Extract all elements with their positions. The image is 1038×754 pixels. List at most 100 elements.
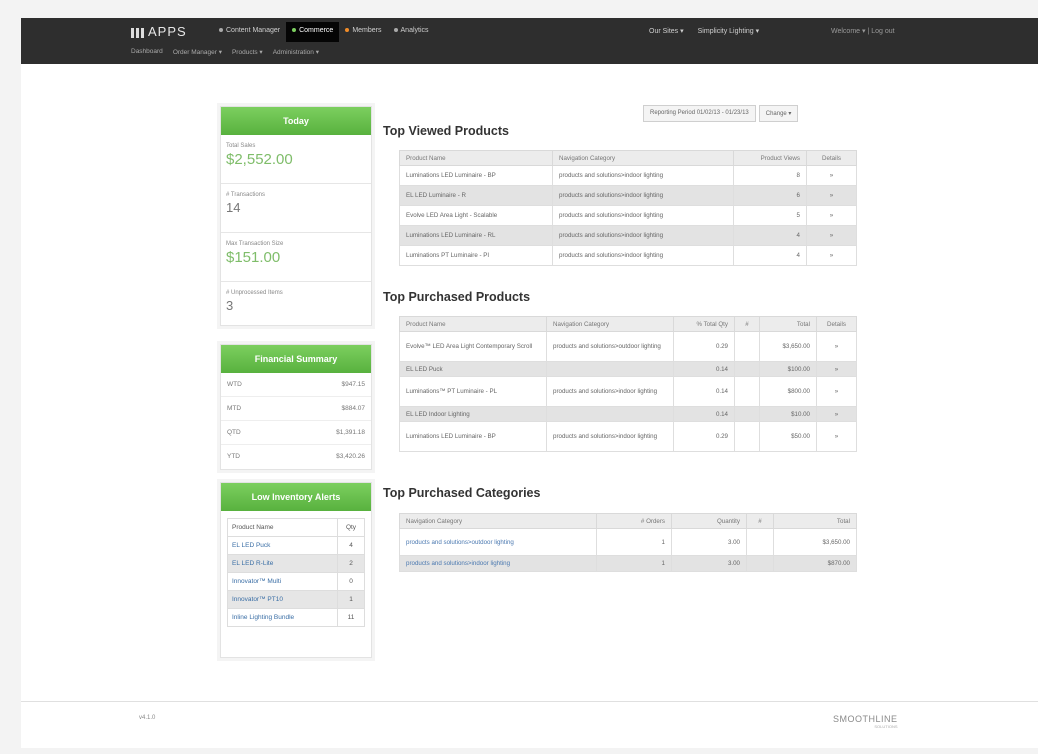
- top-categories-title: Top Purchased Categories: [383, 486, 541, 500]
- product-link-text[interactable]: Innovator™ PT10: [232, 596, 283, 603]
- details-link[interactable]: »: [806, 225, 857, 246]
- col-header: #: [746, 513, 774, 529]
- product-link[interactable]: EL LED Puck: [227, 536, 338, 555]
- product-link-text[interactable]: Innovator™ Multi: [232, 578, 281, 585]
- col-product-name: Product Name: [227, 518, 338, 537]
- top-purchased-title: Top Purchased Products: [383, 290, 531, 304]
- nav-commerce[interactable]: Commerce: [286, 22, 340, 42]
- details-link[interactable]: »: [806, 185, 857, 206]
- stat-max-transaction: Max Transaction Size $151.00: [221, 233, 371, 282]
- col-header: % Total Qty: [673, 316, 735, 332]
- stat-total-sales: Total Sales $2,552.00: [221, 135, 371, 184]
- cell: 4: [733, 245, 807, 266]
- sub-nav: Dashboard Order Manager ▾ Products ▾ Adm…: [131, 48, 319, 56]
- nav-label: Content Manager: [226, 27, 281, 34]
- nav-label: Members: [352, 27, 382, 34]
- nav-label: Commerce: [299, 27, 334, 34]
- qty-cell: 1: [337, 590, 365, 609]
- fin-value: $3,420.26: [336, 453, 365, 460]
- details-link[interactable]: »: [816, 331, 857, 362]
- stat-value: 14: [226, 200, 241, 215]
- table-row: Inline Lighting Bundle 11: [227, 608, 365, 627]
- table-row: Luminations™ PT Luminaire - PL products a…: [399, 376, 857, 407]
- version-label: v4.1.0: [139, 715, 156, 721]
- cell: [546, 361, 674, 377]
- table-header-row: Navigation Category # Orders Quantity # …: [399, 513, 857, 529]
- details-link[interactable]: »: [806, 245, 857, 266]
- product-link-text[interactable]: EL LED R-Lite: [232, 560, 273, 567]
- product-link[interactable]: Innovator™ PT10: [227, 590, 338, 609]
- table-row: Luminations LED Luminaire - RL products a…: [399, 225, 857, 246]
- nav-members[interactable]: Members: [339, 22, 387, 42]
- our-sites-dropdown[interactable]: Our Sites ▾: [649, 27, 684, 35]
- cell: [734, 376, 760, 407]
- table-row: EL LED Puck 4: [227, 536, 365, 555]
- cell: products and solutions>outdoor lighting: [546, 331, 674, 362]
- product-link[interactable]: EL LED R-Lite: [227, 554, 338, 573]
- fin-label: YTD: [227, 453, 240, 460]
- subnav-order-manager[interactable]: Order Manager ▾: [173, 48, 222, 56]
- user-menu[interactable]: Welcome ▾ | Log out: [831, 27, 895, 35]
- top-categories-table: Navigation Category # Orders Quantity # …: [399, 513, 857, 572]
- details-link[interactable]: »: [816, 406, 857, 422]
- cell: [746, 528, 774, 556]
- cell: products and solutions>indoor lighting: [552, 185, 734, 206]
- table-row: Evolve LED Area Light - Scalable products…: [399, 205, 857, 226]
- cell: 5: [733, 205, 807, 226]
- col-header: Total: [759, 316, 817, 332]
- table-header-row: Product Name Navigation Category Product…: [399, 150, 857, 166]
- category-link[interactable]: products and solutions>indoor lighting: [399, 555, 597, 572]
- logo-text: APPS: [148, 24, 187, 39]
- site-dropdown[interactable]: Simplicity Lighting ▾: [698, 27, 759, 35]
- stat-unprocessed: # Unprocessed Items 3: [221, 282, 371, 330]
- cell: $3,650.00: [759, 331, 817, 362]
- cell: $3,650.00: [773, 528, 857, 556]
- table-row: products and solutions>outdoor lighting 1…: [399, 528, 857, 556]
- cell: Evolve LED Area Light - Scalable: [399, 205, 553, 226]
- nav-analytics[interactable]: Analytics: [388, 22, 435, 42]
- category-link-text[interactable]: products and solutions>outdoor lighting: [406, 539, 514, 546]
- cell: [734, 361, 760, 377]
- low-inventory-card: Low Inventory Alerts Product Name Qty EL…: [220, 482, 372, 658]
- cell: 0.14: [673, 361, 735, 377]
- table-row: Innovator™ Multi 0: [227, 572, 365, 591]
- cell: EL LED Indoor Lighting: [399, 406, 547, 422]
- cell: $870.00: [773, 555, 857, 572]
- details-link[interactable]: »: [806, 165, 857, 186]
- category-link-text[interactable]: products and solutions>indoor lighting: [406, 560, 510, 567]
- stat-value: $2,552.00: [226, 151, 293, 168]
- table-row: EL LED R-Lite 2: [227, 554, 365, 573]
- details-link[interactable]: »: [816, 361, 857, 377]
- qty-cell: 0: [337, 572, 365, 591]
- details-link[interactable]: »: [806, 205, 857, 226]
- stat-label: # Transactions: [226, 192, 266, 198]
- cell: $50.00: [759, 421, 817, 452]
- apps-grid-icon: [131, 27, 145, 38]
- product-link[interactable]: Inline Lighting Bundle: [227, 608, 338, 627]
- product-link[interactable]: Innovator™ Multi: [227, 572, 338, 591]
- cell: products and solutions>indoor lighting: [552, 165, 734, 186]
- cell: 0.29: [673, 421, 735, 452]
- app-page: APPS Content Manager Commerce Members An…: [21, 18, 1038, 748]
- cell: [734, 406, 760, 422]
- apps-logo[interactable]: APPS: [131, 24, 187, 39]
- product-link-text[interactable]: EL LED Puck: [232, 542, 270, 549]
- site-selectors: Our Sites ▾ Simplicity Lighting ▾: [649, 27, 759, 35]
- col-qty: Qty: [337, 518, 365, 537]
- category-link[interactable]: products and solutions>outdoor lighting: [399, 528, 597, 556]
- top-purchased-table: Product Name Navigation Category % Total…: [399, 316, 857, 452]
- brand-name: SMOOTHLINE: [833, 714, 898, 724]
- change-period-button[interactable]: Change ▾: [758, 105, 799, 122]
- subnav-administration[interactable]: Administration ▾: [273, 48, 319, 56]
- details-link[interactable]: »: [816, 376, 857, 407]
- col-header: Product Name: [399, 316, 547, 332]
- table-row: Luminations LED Luminaire - BP products a…: [399, 421, 857, 452]
- table-header-row: Product Name Qty: [227, 518, 365, 537]
- analytics-icon: [393, 28, 398, 33]
- top-viewed-title: Top Viewed Products: [383, 124, 509, 138]
- nav-content-manager[interactable]: Content Manager: [213, 22, 286, 42]
- subnav-products[interactable]: Products ▾: [232, 48, 263, 56]
- details-link[interactable]: »: [816, 421, 857, 452]
- product-link-text[interactable]: Inline Lighting Bundle: [232, 614, 294, 621]
- subnav-dashboard[interactable]: Dashboard: [131, 48, 163, 56]
